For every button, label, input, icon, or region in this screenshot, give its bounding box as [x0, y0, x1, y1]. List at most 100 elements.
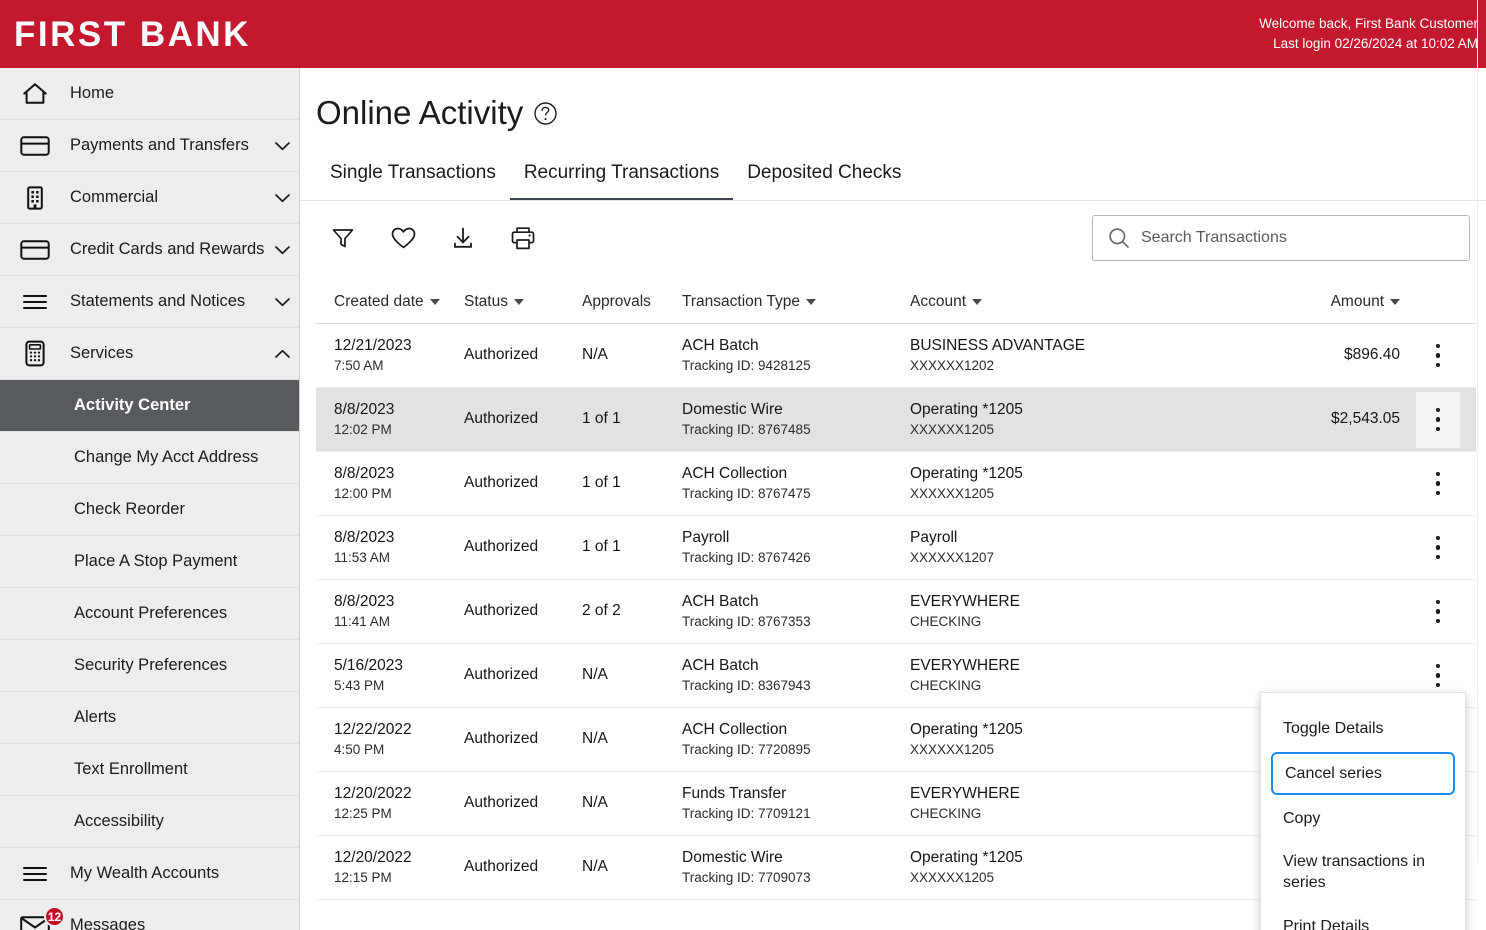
sidebar-item-my-wealth-accounts[interactable]: My Wealth Accounts: [0, 848, 299, 900]
print-icon[interactable]: [506, 221, 540, 255]
cell-transaction-type: ACH Batch Tracking ID: 9428125: [682, 336, 910, 375]
row-account-name: Payroll: [910, 528, 958, 546]
menu-item-print-details[interactable]: Print Details: [1261, 905, 1465, 930]
sidebar-item-messages[interactable]: 12 Messages: [0, 900, 299, 930]
main-content: Online Activity Single Transactions Recur…: [300, 68, 1486, 930]
sidebar-subitem-change-my-acct-address[interactable]: Change My Acct Address: [0, 432, 299, 484]
sidebar-subitem-accessibility[interactable]: Accessibility: [0, 796, 299, 848]
row-account-number: XXXXXX1205: [910, 421, 995, 437]
page-title: Online Activity: [316, 94, 524, 131]
tab-deposited-checks[interactable]: Deposited Checks: [733, 156, 915, 201]
sidebar-item-commercial[interactable]: Commercial: [0, 172, 299, 224]
row-tracking-id: Tracking ID: 9428125: [682, 357, 811, 373]
search-input[interactable]: [1141, 229, 1455, 247]
download-icon[interactable]: [446, 221, 480, 255]
sidebar-item-home[interactable]: Home: [0, 68, 299, 120]
table-row[interactable]: 8/8/2023 12:02 PM Authorized 1 of 1 Domestic…: [316, 388, 1476, 452]
row-actions-kebab-button[interactable]: [1416, 391, 1460, 448]
sidebar-subitem-check-reorder[interactable]: Check Reorder: [0, 484, 299, 536]
column-header-transaction-type[interactable]: Transaction Type: [682, 293, 910, 311]
table-row[interactable]: 8/8/2023 11:41 AM Authorized 2 of 2 ACH Batc…: [316, 580, 1476, 644]
tab-recurring-transactions[interactable]: Recurring Transactions: [509, 156, 734, 201]
cell-account: EVERYWHERE CHECKING: [910, 656, 1210, 695]
menu-item-label: Copy: [1283, 810, 1321, 828]
row-actions-kebab-button[interactable]: [1416, 456, 1460, 512]
sidebar-item-credit-cards-and-rewards[interactable]: Credit Cards and Rewards: [0, 224, 299, 276]
sort-caret-icon[interactable]: [1390, 298, 1400, 305]
sidebar-subitem-label: Activity Center: [74, 396, 191, 414]
row-time: 12:15 PM: [334, 869, 392, 885]
sidebar-nav[interactable]: Home Payments and Transfers Commercial Cred…: [0, 68, 300, 930]
transactions-table: Created date Status Approvals Transaction T…: [316, 280, 1476, 930]
sidebar-item-services[interactable]: Services: [0, 328, 299, 380]
row-account-name: Operating *1205: [910, 848, 1023, 866]
bank-logo[interactable]: FIRST BANK: [0, 17, 251, 52]
chevron-down-icon[interactable]: [265, 140, 299, 152]
row-date: 8/8/2023: [334, 528, 395, 546]
sidebar-subitem-activity-center[interactable]: Activity Center: [0, 380, 299, 432]
cell-approvals: 1 of 1: [582, 538, 621, 556]
sidebar-subitem-alerts[interactable]: Alerts: [0, 692, 299, 744]
sort-caret-icon[interactable]: [513, 298, 524, 305]
cell-actions: [1400, 520, 1476, 576]
row-date: 8/8/2023: [334, 592, 395, 610]
cell-status: Authorized: [464, 666, 539, 684]
column-header-approvals[interactable]: Approvals: [582, 293, 682, 311]
table-row[interactable]: 8/8/2023 11:53 AM Authorized 1 of 1 Payroll T…: [316, 516, 1476, 580]
row-tracking-id: Tracking ID: 7709073: [682, 869, 811, 885]
row-account-number: XXXXXX1205: [910, 869, 995, 885]
row-account-name: EVERYWHERE: [910, 656, 1020, 674]
row-type: Domestic Wire: [682, 400, 783, 418]
heart-icon[interactable]: [386, 221, 420, 255]
sidebar-subitem-place-a-stop-payment[interactable]: Place A Stop Payment: [0, 536, 299, 588]
row-actions-kebab-button[interactable]: [1416, 584, 1460, 640]
cell-actions: [1400, 584, 1476, 640]
search-transactions-box[interactable]: [1092, 215, 1470, 261]
sort-caret-icon[interactable]: [806, 298, 817, 305]
cell-status: Authorized: [464, 858, 539, 876]
row-context-menu[interactable]: Toggle Details Cancel series Copy View tran…: [1260, 692, 1466, 930]
row-actions-kebab-button[interactable]: [1416, 520, 1460, 576]
sidebar-subitem-account-preferences[interactable]: Account Preferences: [0, 588, 299, 640]
tab-bar[interactable]: Single Transactions Recurring Transaction…: [300, 156, 1486, 201]
page-scroll-edge[interactable]: [1477, 0, 1478, 862]
home-icon: [0, 81, 70, 107]
sidebar-subitem-text-enrollment[interactable]: Text Enrollment: [0, 744, 299, 796]
row-actions-kebab-button[interactable]: [1416, 328, 1460, 384]
question-circle-icon[interactable]: [533, 101, 558, 126]
menu-item-copy[interactable]: Copy: [1261, 797, 1465, 840]
table-header-row: Created date Status Approvals Transaction T…: [316, 280, 1476, 324]
table-row[interactable]: 8/8/2023 12:00 PM Authorized 1 of 1 ACH Coll…: [316, 452, 1476, 516]
sort-caret-icon[interactable]: [429, 298, 440, 305]
chevron-down-icon[interactable]: [265, 296, 299, 308]
sidebar-subitem-security-preferences[interactable]: Security Preferences: [0, 640, 299, 692]
chevron-up-icon[interactable]: [265, 348, 299, 360]
sort-caret-icon[interactable]: [972, 298, 983, 305]
column-header-amount[interactable]: Amount: [1210, 293, 1400, 311]
chevron-down-icon[interactable]: [265, 244, 299, 256]
row-account-name: Operating *1205: [910, 400, 1023, 418]
filter-icon[interactable]: [326, 221, 360, 255]
column-header-account[interactable]: Account: [910, 293, 1210, 311]
table-row[interactable]: 12/21/2023 7:50 AM Authorized N/A ACH Batch T…: [316, 324, 1476, 388]
cell-approvals: N/A: [582, 666, 608, 684]
cell-created-date: 12/20/2022 12:15 PM: [316, 848, 464, 887]
menu-item-toggle-details[interactable]: Toggle Details: [1261, 707, 1465, 750]
menu-item-cancel-series[interactable]: Cancel series: [1271, 752, 1455, 796]
sidebar-subitem-label: Security Preferences: [74, 656, 228, 674]
column-header-created-date[interactable]: Created date: [316, 293, 464, 311]
row-account-number: CHECKING: [910, 613, 982, 629]
tab-single-transactions[interactable]: Single Transactions: [316, 156, 510, 201]
sidebar-item-statements-and-notices[interactable]: Statements and Notices: [0, 276, 299, 328]
column-header-label: Status: [464, 292, 508, 310]
sidebar-item-payments-and-transfers[interactable]: Payments and Transfers: [0, 120, 299, 172]
row-tracking-id: Tracking ID: 7720895: [682, 741, 811, 757]
chevron-down-icon[interactable]: [265, 192, 299, 204]
row-date: 8/8/2023: [334, 400, 395, 418]
row-time: 12:02 PM: [334, 421, 392, 437]
cell-status: Authorized: [464, 474, 539, 492]
column-header-status[interactable]: Status: [464, 293, 582, 311]
menu-item-view-transactions-in-series[interactable]: View transactions in series: [1261, 840, 1465, 904]
toolbar-icon-group: [316, 221, 540, 255]
cell-approvals: N/A: [582, 794, 608, 812]
